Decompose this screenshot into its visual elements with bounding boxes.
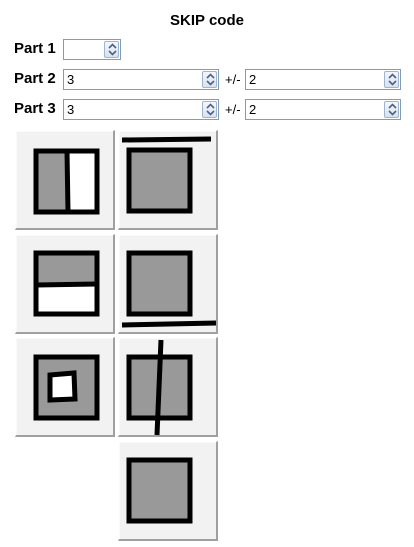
skip-pattern-button-horizontal-split[interactable] [15, 234, 115, 334]
part3-tolerance-spinner[interactable] [245, 99, 401, 120]
part2-spinner[interactable] [63, 69, 219, 90]
part2-tolerance-spin-buttons[interactable] [384, 71, 399, 88]
part3-spin-buttons[interactable] [202, 101, 217, 118]
enclosed-square-icon [33, 354, 100, 421]
spin-arrows-icon [206, 103, 215, 116]
part3-tolerance-input[interactable] [247, 101, 383, 118]
vertical-stroke-icon [126, 339, 193, 436]
part2-spin-buttons[interactable] [202, 71, 217, 88]
part2-label: Part 2 [14, 70, 56, 87]
part2-tolerance-label: +/- [225, 72, 241, 87]
part3-label: Part 3 [14, 100, 56, 117]
part3-input[interactable] [65, 101, 201, 118]
part3-spinner[interactable] [63, 99, 219, 120]
skip-pattern-button-bottom-line[interactable] [118, 234, 218, 334]
top-line-icon [121, 136, 212, 214]
part2-input[interactable] [65, 71, 201, 88]
spin-arrows-icon [108, 43, 117, 56]
spin-arrows-icon [388, 103, 397, 116]
part3-tolerance-spin-buttons[interactable] [384, 101, 399, 118]
part2-tolerance-spinner[interactable] [245, 69, 401, 90]
part2-tolerance-input[interactable] [247, 71, 383, 88]
skip-pattern-button-enclosed[interactable] [15, 337, 115, 437]
plain-square-icon [126, 457, 193, 524]
skip-pattern-button-vertical-split[interactable] [15, 130, 115, 230]
page-title: SKIP code [170, 12, 244, 29]
skip-pattern-button-top-line[interactable] [118, 130, 218, 230]
bottom-line-icon [121, 250, 217, 328]
vertical-split-icon [33, 148, 100, 215]
spin-arrows-icon [388, 73, 397, 86]
skip-pattern-button-plain[interactable] [118, 441, 218, 541]
part1-spinner[interactable] [63, 39, 121, 60]
spin-arrows-icon [206, 73, 215, 86]
skip-pattern-button-vertical-stroke[interactable] [118, 337, 218, 437]
part1-input[interactable] [65, 41, 103, 58]
part3-tolerance-label: +/- [225, 102, 241, 117]
part1-label: Part 1 [14, 40, 56, 57]
part1-spin-buttons[interactable] [104, 41, 119, 58]
horizontal-split-icon [33, 250, 100, 317]
